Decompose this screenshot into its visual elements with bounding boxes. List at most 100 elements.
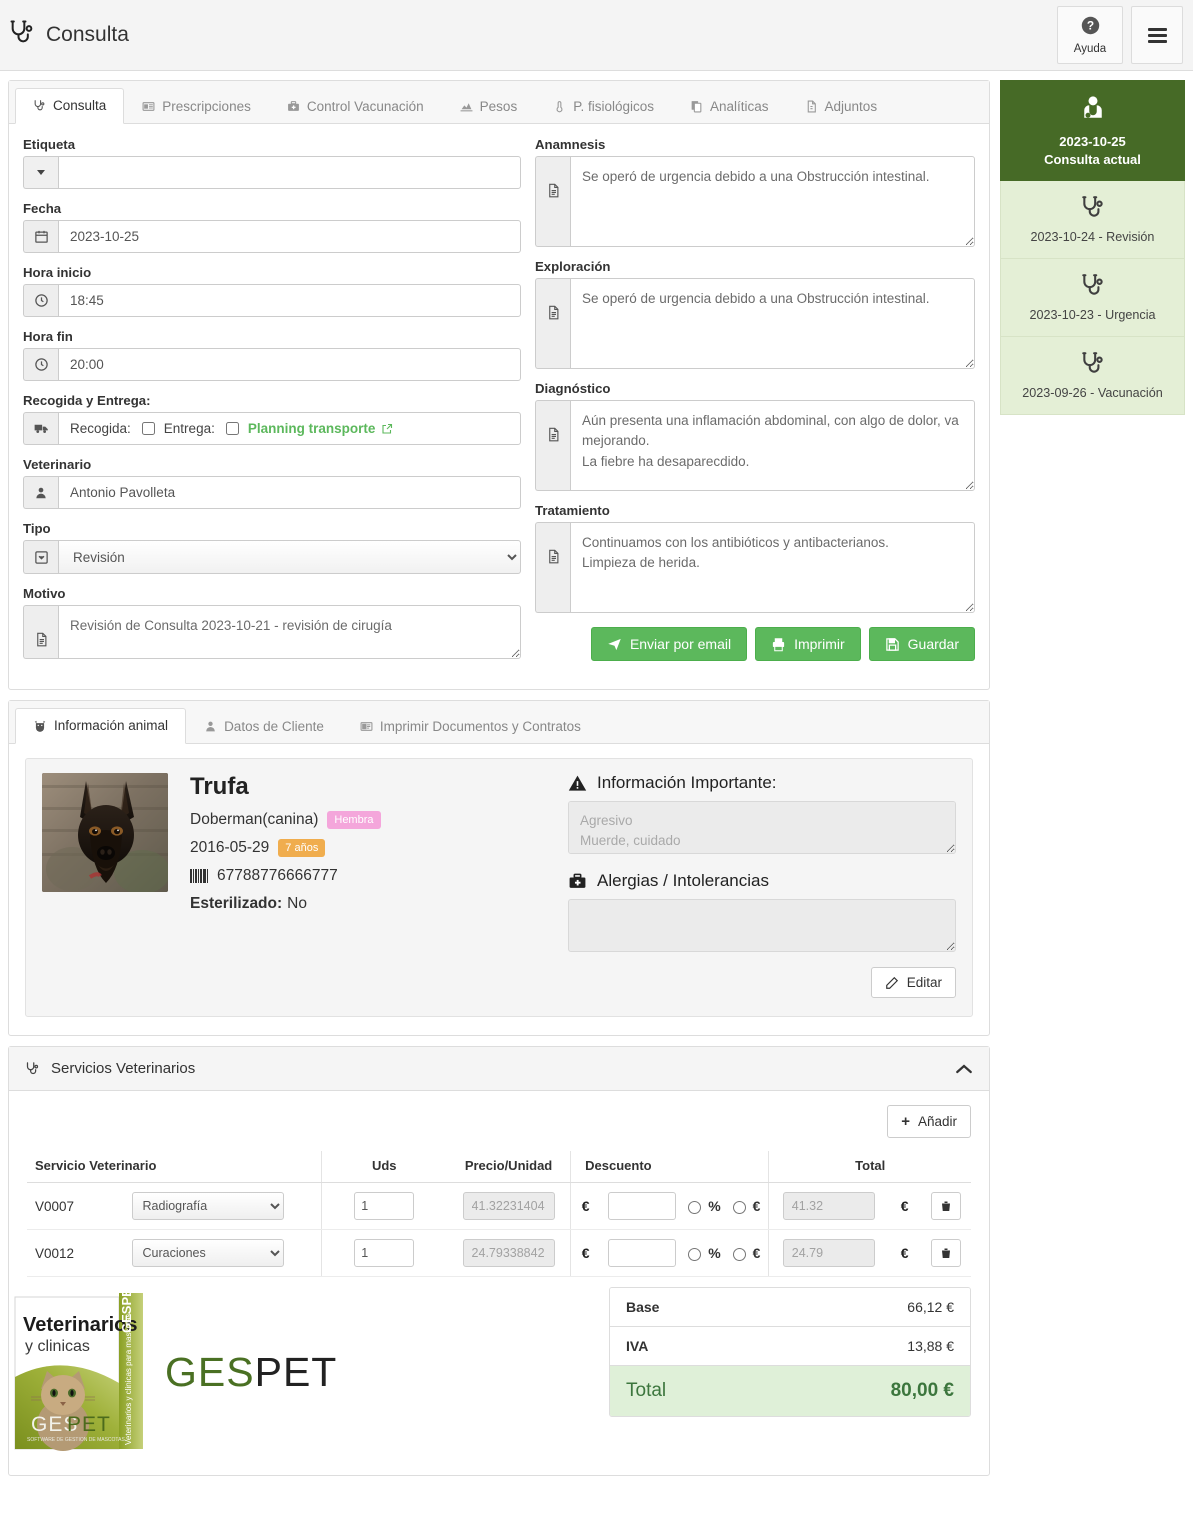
service-select[interactable]: Radiografía (132, 1192, 284, 1220)
tab-control-vacunacion[interactable]: Control Vacunación (269, 88, 442, 124)
tab-prescripciones[interactable]: Prescripciones (124, 88, 269, 124)
currency-symbol: € (582, 1198, 590, 1214)
diagnostico-textarea[interactable]: Aún presenta una inflamación abdominal, … (570, 400, 975, 491)
stethoscope-icon (33, 99, 46, 112)
document-icon (535, 400, 570, 491)
edit-button[interactable]: Editar (871, 967, 956, 998)
unit-price-input[interactable] (463, 1192, 555, 1220)
discount-percent-input[interactable] (688, 1248, 701, 1261)
tab-pesos[interactable]: Pesos (442, 88, 536, 124)
fecha-input[interactable] (58, 220, 521, 253)
discount-euro-radio[interactable]: € (728, 1245, 761, 1261)
sidebar-item-consulta-3[interactable]: 2023-09-26 - Vacunación (1000, 337, 1185, 415)
services-body: + Añadir Servicio Veterinario Uds Precio… (9, 1091, 989, 1281)
chart-icon (460, 100, 473, 113)
motivo-textarea[interactable]: Revisión de Consulta 2023-10-21 - revisi… (58, 605, 521, 659)
unit-price-input[interactable] (463, 1239, 555, 1267)
svg-text:?: ? (1086, 18, 1093, 32)
hora-fin-group: Hora fin (23, 329, 521, 381)
discount-euro-input[interactable] (733, 1248, 746, 1261)
row-total-input[interactable] (783, 1239, 875, 1267)
menu-button[interactable] (1131, 6, 1183, 64)
allergies-heading-row: Alergias / Intolerancias (568, 871, 956, 891)
units-input[interactable] (354, 1192, 414, 1220)
tab-adjuntos[interactable]: Adjuntos (787, 88, 896, 124)
important-info-textarea[interactable]: Agresivo Muerde, cuidado (568, 801, 956, 854)
medkit-icon (568, 872, 587, 891)
allergies-textarea[interactable] (568, 899, 956, 952)
delete-row-button[interactable] (931, 1192, 961, 1220)
stethoscope-icon (1007, 194, 1178, 220)
hamburger-icon (1148, 28, 1167, 43)
animal-chip-row: 67788776666777 (190, 867, 381, 885)
veterinario-input[interactable] (58, 476, 521, 509)
anamnesis-textarea[interactable]: Se operó de urgencia debido a una Obstru… (570, 156, 975, 247)
service-code: V0012 (27, 1230, 124, 1277)
delete-row-button[interactable] (931, 1239, 961, 1267)
gespet-wordmark: GESPET (165, 1349, 337, 1396)
trash-icon (940, 1200, 952, 1213)
tab-imprimir-documentos[interactable]: Imprimir Documentos y Contratos (342, 708, 599, 744)
hora-inicio-input[interactable] (58, 284, 521, 317)
chevron-down-icon (37, 170, 45, 175)
send-email-label: Enviar por email (630, 636, 731, 652)
sex-badge: Hembra (327, 811, 380, 829)
logo-word-b: PET (255, 1349, 338, 1395)
copy-icon (690, 100, 703, 113)
service-select[interactable]: Curaciones (132, 1239, 284, 1267)
tipo-group: Tipo Revisión (23, 521, 521, 574)
send-email-button[interactable]: Enviar por email (591, 627, 747, 661)
iva-label: IVA (626, 1338, 648, 1354)
animal-tabs: Información animal Datos de Cliente Impr… (9, 701, 989, 744)
tab-consulta[interactable]: Consulta (15, 88, 124, 124)
tab-informacion-animal[interactable]: Información animal (15, 708, 186, 744)
exploracion-textarea[interactable]: Se operó de urgencia debido a una Obstru… (570, 278, 975, 369)
entrega-checkbox[interactable] (226, 422, 239, 435)
truck-icon (23, 412, 58, 445)
tratamiento-textarea[interactable]: Continuamos con los antibióticos y antib… (570, 522, 975, 613)
sidebar-item-consulta-1[interactable]: 2023-10-24 - Revisión (1000, 181, 1185, 259)
currency-symbol: € (901, 1245, 909, 1261)
add-service-button[interactable]: + Añadir (887, 1105, 971, 1138)
discount-percent-radio[interactable]: % (683, 1245, 720, 1261)
hora-fin-input[interactable] (58, 348, 521, 381)
animal-sterilized-row: Esterilizado: No (190, 895, 381, 913)
discount-euro-input[interactable] (733, 1201, 746, 1214)
etiqueta-input[interactable] (58, 156, 521, 189)
tipo-select[interactable]: Revisión (58, 540, 521, 574)
row-total-input[interactable] (783, 1192, 875, 1220)
veterinario-group: Veterinario (23, 457, 521, 509)
clock-icon (23, 284, 58, 317)
discount-percent-input[interactable] (688, 1201, 701, 1214)
services-panel-header[interactable]: Servicios Veterinarios (9, 1047, 989, 1091)
paper-plane-icon (607, 637, 622, 652)
currency-symbol: € (753, 1198, 761, 1214)
discount-percent-radio[interactable]: % (683, 1198, 720, 1214)
recogida-checkbox[interactable] (142, 422, 155, 435)
tab-label: Analíticas (710, 99, 769, 114)
pencil-icon (885, 976, 899, 990)
discount-input[interactable] (608, 1239, 676, 1267)
tab-datos-cliente[interactable]: Datos de Cliente (186, 708, 342, 744)
tab-label: Información animal (54, 718, 168, 733)
trash-icon (940, 1247, 952, 1260)
sidebar-item-consulta-2[interactable]: 2023-10-23 - Urgencia (1000, 259, 1185, 337)
help-button[interactable]: ? Ayuda (1057, 6, 1123, 64)
user-icon (204, 720, 217, 733)
tab-p-fisiologicos[interactable]: P. fisiológicos (535, 88, 672, 124)
sidebar-item-current-consulta[interactable]: 2023-10-25 Consulta actual (1000, 80, 1185, 181)
save-button[interactable]: Guardar (869, 627, 975, 661)
service-code: V0007 (27, 1183, 124, 1230)
units-input[interactable] (354, 1239, 414, 1267)
planning-transporte-link[interactable]: Planning transporte (248, 421, 394, 436)
print-button[interactable]: Imprimir (755, 627, 861, 661)
discount-euro-radio[interactable]: € (728, 1198, 761, 1214)
animal-name: Trufa (190, 773, 381, 801)
tab-analiticas[interactable]: Analíticas (672, 88, 787, 124)
sidebar-item-sub: Consulta actual (1007, 151, 1178, 169)
etiqueta-dropdown-button[interactable] (23, 156, 58, 189)
tab-label: Consulta (53, 98, 106, 113)
discount-input[interactable] (608, 1192, 676, 1220)
chevron-up-icon[interactable] (955, 1063, 973, 1075)
tratamiento-label: Tratamiento (535, 503, 975, 518)
